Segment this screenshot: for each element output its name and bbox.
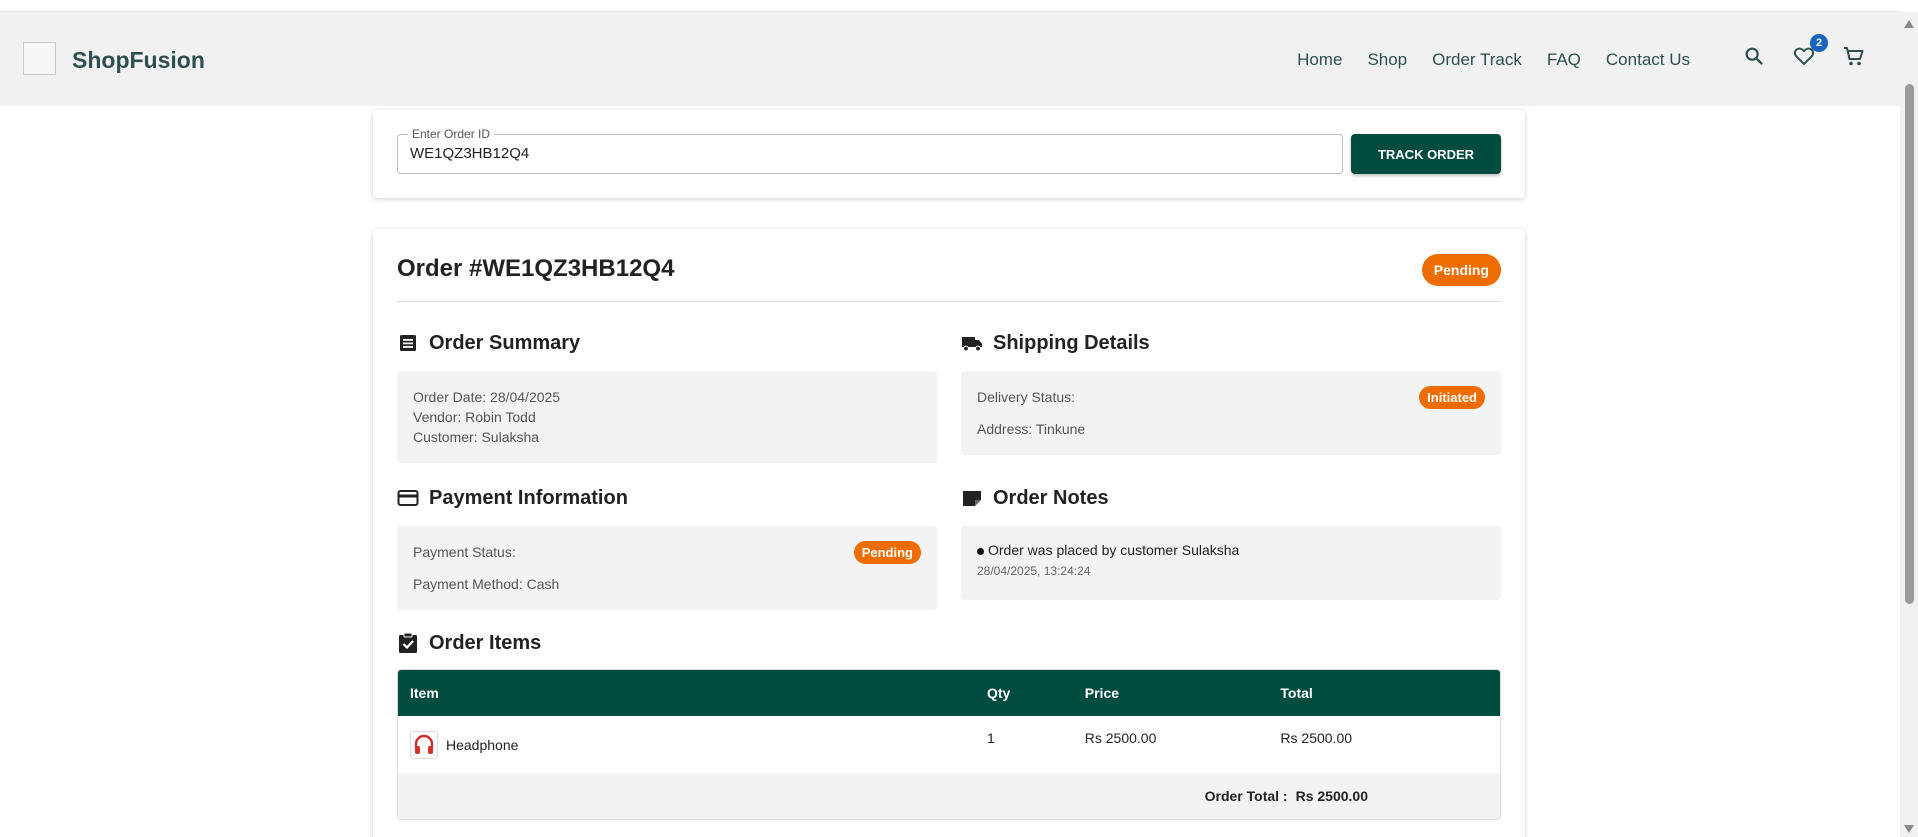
wishlist-count-badge: 2 (1810, 34, 1828, 52)
note-icon (961, 487, 983, 509)
scroll-up-arrow[interactable] (1904, 20, 1914, 28)
column-header-price: Price (1084, 685, 1120, 701)
shipping-address: Address: Tinkune (977, 421, 1086, 437)
receipt-icon (397, 332, 419, 354)
order-id-field[interactable]: Enter Order ID (397, 127, 1343, 174)
payment-information-title: Payment Information (429, 486, 628, 509)
nav-shop[interactable]: Shop (1367, 50, 1407, 70)
order-search-card: Enter Order ID TRACK ORDER (373, 110, 1525, 198)
page-scrollbar[interactable] (1900, 12, 1918, 837)
item-name: Headphone (446, 736, 519, 753)
table-row: Headphone 1 Rs 2500.00 Rs 2500.00 (398, 716, 1500, 773)
order-details-card: Order #WE1QZ3HB12Q4 Pending Order Summar… (373, 229, 1525, 837)
clipboard-check-icon (397, 632, 419, 654)
table-header: Item Qty Price Total (398, 670, 1500, 716)
track-order-button[interactable]: TRACK ORDER (1351, 134, 1501, 174)
order-customer: Customer: Sulaksha (413, 429, 540, 445)
cart-icon[interactable] (1840, 42, 1868, 70)
order-note-time: 28/04/2025, 13:24:24 (977, 564, 1091, 578)
order-id-input[interactable] (410, 145, 1330, 162)
shipping-details-box: Delivery Status: Initiated Address: Tink… (961, 371, 1501, 455)
payment-status-badge: Pending (853, 541, 921, 564)
order-id-label: Enter Order ID (408, 127, 495, 141)
wishlist-button[interactable]: 2 (1790, 34, 1828, 70)
order-note-text: Order was placed by customer Sulaksha (988, 542, 1240, 558)
scroll-thumb[interactable] (1905, 84, 1914, 604)
order-items-table: Item Qty Price Total Headphone 1 Rs 2500… (397, 669, 1501, 820)
shipping-details-section: Shipping Details Delivery Status: Initia… (961, 329, 1501, 455)
order-summary-section: Order Summary Order Date: 28/04/2025 Ven… (397, 329, 937, 463)
payment-status-label: Payment Status: (413, 544, 516, 560)
credit-card-icon (397, 487, 419, 509)
nav-home[interactable]: Home (1297, 50, 1342, 70)
item-price: Rs 2500.00 (1084, 730, 1157, 746)
column-header-qty: Qty (986, 685, 1011, 701)
brand-name[interactable]: ShopFusion (72, 47, 205, 74)
top-strip (0, 0, 1900, 12)
order-notes-box: Order was placed by customer Sulaksha 28… (961, 526, 1501, 600)
order-items-title: Order Items (429, 631, 542, 654)
order-total-row: Order Total : Rs 2500.00 (398, 773, 1500, 819)
scroll-down-arrow[interactable] (1904, 825, 1914, 833)
order-title: Order #WE1QZ3HB12Q4 (397, 255, 675, 282)
nav-contact-us[interactable]: Contact Us (1606, 50, 1690, 70)
order-note: Order was placed by customer Sulaksha (977, 542, 1485, 558)
item-qty: 1 (986, 730, 995, 746)
column-header-item: Item (410, 685, 439, 701)
nav-links: Home Shop Order Track FAQ Contact Us (1297, 50, 1690, 70)
bullet-icon (977, 547, 984, 555)
order-status-badge: Pending (1421, 254, 1501, 286)
delivery-status-badge: Initiated (1419, 386, 1485, 409)
column-header-total: Total (1280, 685, 1313, 701)
truck-icon (961, 332, 983, 354)
nav-order-track[interactable]: Order Track (1432, 50, 1522, 70)
payment-information-section: Payment Information Payment Status: Pend… (397, 484, 937, 610)
nav-faq[interactable]: FAQ (1547, 50, 1581, 70)
order-summary-title: Order Summary (429, 331, 581, 354)
logo-placeholder[interactable] (23, 42, 56, 75)
order-notes-title: Order Notes (993, 486, 1109, 509)
nav-icons: 2 (1740, 34, 1868, 70)
item-cell: Headphone (398, 730, 987, 759)
headphone-icon (410, 730, 438, 759)
payment-information-box: Payment Status: Pending Payment Method: … (397, 526, 937, 610)
search-icon[interactable] (1740, 42, 1768, 70)
payment-method: Payment Method: Cash (413, 576, 560, 592)
order-vendor: Vendor: Robin Todd (413, 409, 536, 425)
order-summary-box: Order Date: 28/04/2025 Vendor: Robin Tod… (397, 371, 937, 463)
navbar: ShopFusion Home Shop Order Track FAQ Con… (0, 12, 1900, 106)
divider (397, 301, 1501, 302)
item-total: Rs 2500.00 (1280, 730, 1353, 746)
delivery-status-label: Delivery Status: (977, 389, 1076, 405)
order-date: Order Date: 28/04/2025 (413, 389, 561, 405)
order-total-label: Order Total : (1204, 788, 1288, 804)
shipping-details-title: Shipping Details (993, 331, 1150, 354)
order-notes-section: Order Notes Order was placed by customer… (961, 484, 1501, 600)
order-items-section: Order Items Item Qty Price Total Headpho… (397, 629, 1501, 820)
order-total-value: Rs 2500.00 (1295, 788, 1368, 804)
